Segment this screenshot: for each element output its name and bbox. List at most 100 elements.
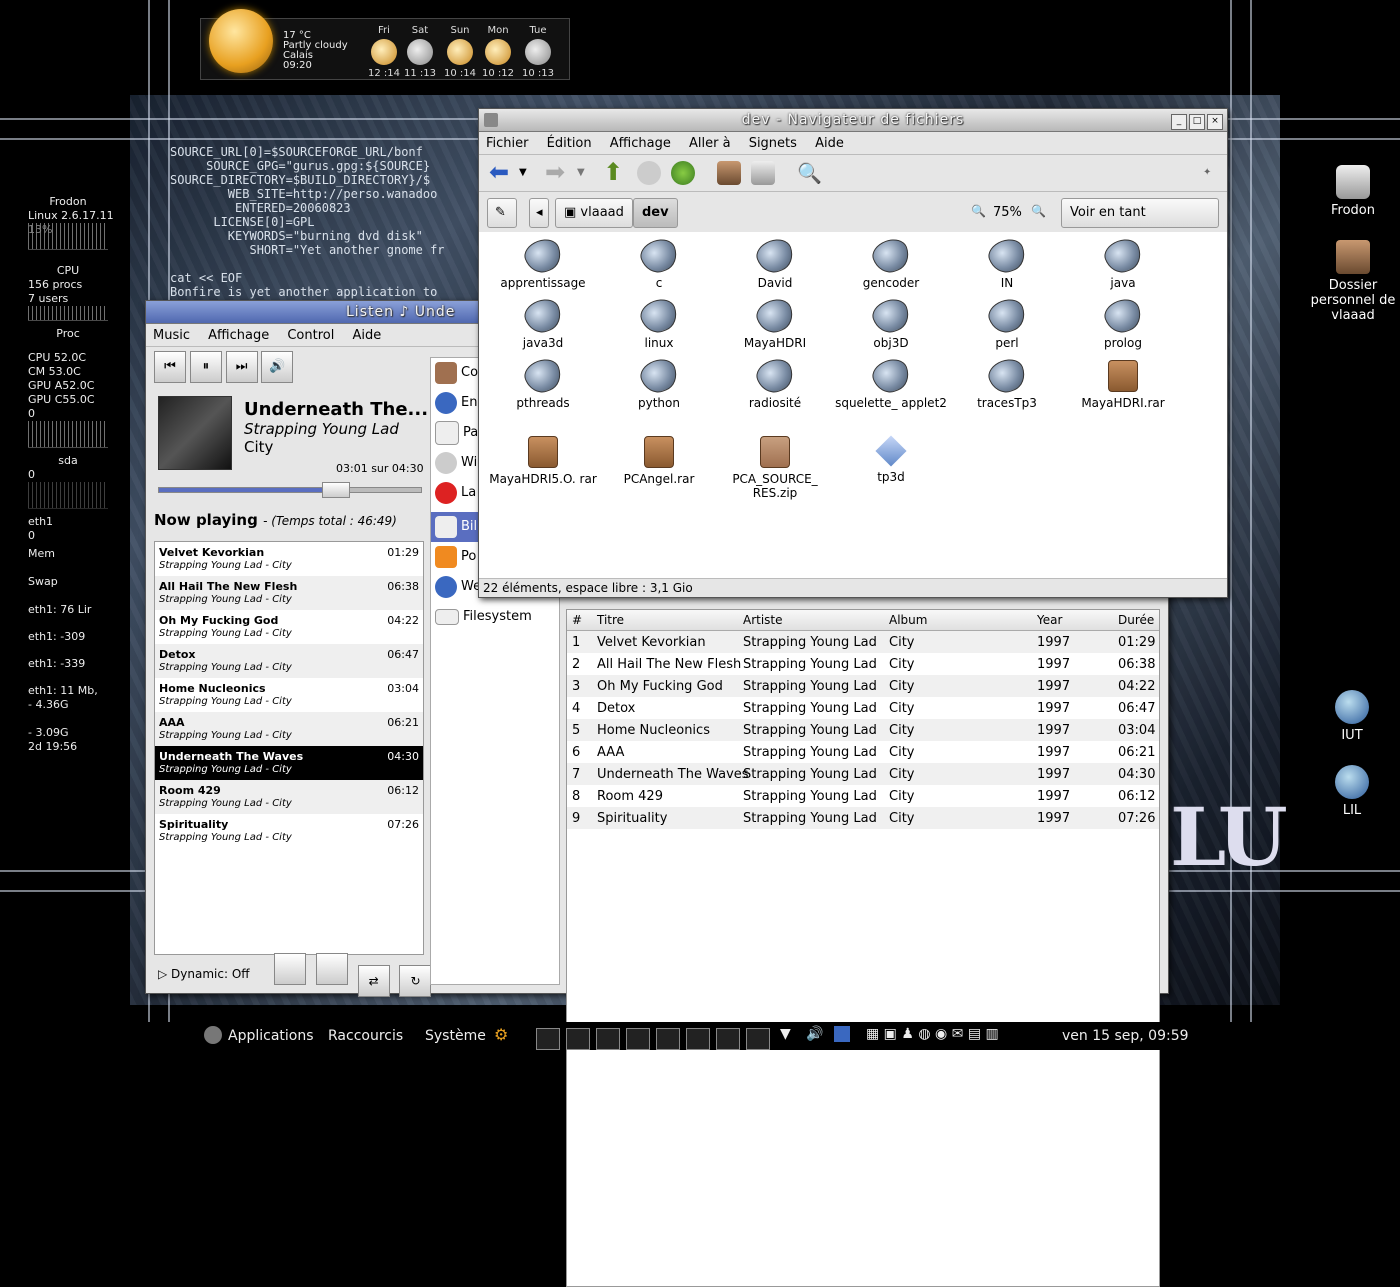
table-row[interactable]: 5 Home Nucleonics Strapping Young Lad City 1… bbox=[567, 719, 1159, 741]
file-item[interactable]: python bbox=[601, 354, 717, 410]
file-item[interactable]: PCAngel.rar bbox=[601, 436, 717, 486]
taskbar-button[interactable] bbox=[626, 1028, 650, 1050]
taskbar-button[interactable] bbox=[686, 1028, 710, 1050]
taskbar-button[interactable] bbox=[566, 1028, 590, 1050]
applications-menu[interactable]: Applications bbox=[228, 1028, 314, 1044]
shuffle-icon[interactable]: ⇄ bbox=[357, 965, 390, 997]
seek-handle[interactable] bbox=[321, 482, 350, 498]
file-item[interactable]: obj3D bbox=[833, 294, 949, 350]
table-row[interactable]: 7 Underneath The Waves Strapping Young Lad… bbox=[567, 763, 1159, 785]
menu-fichier[interactable]: Fichier bbox=[479, 132, 536, 155]
file-manager-window[interactable]: dev - Navigateur de fichiers _ □ × Fichier… bbox=[478, 108, 1228, 598]
column-header[interactable]: # bbox=[572, 613, 582, 627]
stop-icon[interactable] bbox=[637, 161, 661, 185]
file-item[interactable]: radiosité bbox=[717, 354, 833, 410]
column-header[interactable]: Durée bbox=[1118, 613, 1154, 627]
menu-music[interactable]: Music bbox=[146, 324, 197, 347]
file-item[interactable]: MayaHDRI.rar bbox=[1065, 360, 1181, 410]
menu-affichage[interactable]: Affichage bbox=[201, 324, 276, 347]
chevron-down-icon[interactable]: ▼ bbox=[577, 161, 589, 185]
file-item[interactable]: tp3d bbox=[833, 435, 949, 484]
playlist-item[interactable]: Oh My Fucking God Strapping Young Lad - … bbox=[155, 610, 423, 644]
raccourcis-menu[interactable]: Raccourcis bbox=[328, 1028, 403, 1044]
systeme-menu[interactable]: Système bbox=[425, 1028, 486, 1044]
source-item[interactable]: Filesystem bbox=[431, 602, 559, 632]
pause-button[interactable]: ⏸ bbox=[189, 351, 222, 383]
table-row[interactable]: 9 Spirituality Strapping Young Lad City 1997… bbox=[567, 807, 1159, 829]
computer-icon[interactable] bbox=[751, 161, 775, 185]
column-header[interactable]: Album bbox=[889, 613, 927, 627]
desktop-icon-home[interactable]: Dossier personnel de vlaaad bbox=[1305, 240, 1400, 323]
playlist-item[interactable]: Detox Strapping Young Lad - City 06:47 bbox=[155, 644, 423, 678]
file-icon-view[interactable]: apprentissage c David gencoder IN java java3d l… bbox=[479, 232, 1227, 579]
file-item[interactable]: java3d bbox=[485, 294, 601, 350]
menu-affichage[interactable]: Affichage bbox=[603, 132, 678, 155]
weather-widget[interactable]: 17 °C Partly cloudy Calais 09:20 Fri 12 :… bbox=[200, 9, 570, 80]
menu-edition[interactable]: Édition bbox=[540, 132, 599, 155]
column-header[interactable]: Titre bbox=[597, 613, 624, 627]
file-item[interactable]: pthreads bbox=[485, 354, 601, 410]
playlist-item[interactable]: Room 429 Strapping Young Lad - City 06:1… bbox=[155, 780, 423, 814]
table-row[interactable]: 6 AAA Strapping Young Lad City 1997 06:21 bbox=[567, 741, 1159, 763]
previous-button[interactable]: ⏮ bbox=[154, 351, 186, 383]
file-manager-titlebar[interactable]: dev - Navigateur de fichiers _ □ × bbox=[479, 109, 1227, 132]
save-playlist-icon[interactable] bbox=[274, 953, 306, 985]
column-header[interactable]: Artiste bbox=[743, 613, 783, 627]
home-icon[interactable] bbox=[717, 161, 741, 185]
location-toggle-icon[interactable]: ✎ bbox=[487, 198, 517, 228]
menu-aller[interactable]: Aller à bbox=[682, 132, 738, 155]
playlist-item[interactable]: Home Nucleonics Strapping Young Lad - Ci… bbox=[155, 678, 423, 712]
track-table[interactable]: # Titre Artiste Album Year Durée 1 Velvet… bbox=[566, 609, 1160, 1287]
file-item[interactable]: prolog bbox=[1065, 294, 1181, 350]
file-item[interactable]: IN bbox=[949, 234, 1065, 290]
table-row[interactable]: 4 Detox Strapping Young Lad City 1997 06:47 bbox=[567, 697, 1159, 719]
path-back-button[interactable]: ◂ bbox=[529, 198, 549, 228]
playlist-item[interactable]: All Hail The New Flesh Strapping Young L… bbox=[155, 576, 423, 610]
volume-icon[interactable]: 🔊 bbox=[806, 1026, 823, 1042]
taskbar-button[interactable] bbox=[746, 1028, 770, 1050]
zoom-in-icon[interactable]: 🔍 bbox=[1031, 204, 1046, 218]
playlist-item[interactable]: AAA Strapping Young Lad - City 06:21 bbox=[155, 712, 423, 746]
taskbar-button[interactable] bbox=[716, 1028, 740, 1050]
repeat-icon[interactable]: ↻ bbox=[399, 965, 432, 997]
up-arrow-icon[interactable]: ⬆ bbox=[603, 160, 627, 185]
desktop-icon-lil[interactable]: LIL bbox=[1320, 765, 1384, 818]
table-row[interactable]: 1 Velvet Kevorkian Strapping Young Lad City… bbox=[567, 631, 1159, 653]
maximize-button[interactable]: □ bbox=[1189, 114, 1205, 130]
file-item[interactable]: java bbox=[1065, 234, 1181, 290]
clock[interactable]: ven 15 sep, 09:59 bbox=[1062, 1028, 1189, 1044]
table-row[interactable]: 8 Room 429 Strapping Young Lad City 1997 06:1… bbox=[567, 785, 1159, 807]
shield-icon[interactable]: ▼ bbox=[780, 1026, 791, 1042]
menu-signets[interactable]: Signets bbox=[742, 132, 804, 155]
file-item[interactable]: gencoder bbox=[833, 234, 949, 290]
menu-control[interactable]: Control bbox=[280, 324, 341, 347]
next-button[interactable]: ⏭ bbox=[225, 351, 258, 383]
column-header[interactable]: Year bbox=[1037, 613, 1062, 627]
zoom-out-icon[interactable]: 🔍 bbox=[971, 204, 986, 218]
tray-icons[interactable]: ▦ ▣ ♟ ◍ ◉ ✉ ▤ ▥ bbox=[866, 1026, 999, 1042]
playlist-item[interactable]: Underneath The Waves Strapping Young Lad… bbox=[155, 746, 423, 780]
back-arrow-icon[interactable]: ⬅ bbox=[489, 160, 513, 185]
file-item[interactable]: MayaHDRI bbox=[717, 294, 833, 350]
table-row[interactable]: 2 All Hail The New Flesh Strapping Young L… bbox=[567, 653, 1159, 675]
file-item[interactable]: perl bbox=[949, 294, 1065, 350]
dynamic-toggle[interactable]: ▷ Dynamic: Off bbox=[158, 967, 250, 981]
folder-icon[interactable] bbox=[834, 1026, 850, 1042]
taskbar-button[interactable] bbox=[656, 1028, 680, 1050]
table-row[interactable]: 3 Oh My Fucking God Strapping Young Lad Cit… bbox=[567, 675, 1159, 697]
playlist[interactable]: Velvet Kevorkian Strapping Young Lad - C… bbox=[154, 541, 424, 955]
playlist-item[interactable]: Velvet Kevorkian Strapping Young Lad - C… bbox=[155, 542, 423, 576]
seek-bar[interactable] bbox=[158, 482, 422, 498]
reload-icon[interactable] bbox=[671, 161, 695, 185]
view-mode-select[interactable]: Voir en tant qu'icônes⇕ bbox=[1061, 198, 1219, 248]
file-item[interactable]: MayaHDRI5.O. rar bbox=[485, 436, 601, 486]
file-item[interactable]: David bbox=[717, 234, 833, 290]
panel-launcher-icon[interactable]: ⚙ bbox=[494, 1025, 508, 1044]
file-item[interactable]: linux bbox=[601, 294, 717, 350]
desktop-icon-computer[interactable]: Frodon bbox=[1308, 165, 1398, 218]
file-item[interactable]: apprentissage bbox=[485, 234, 601, 290]
playlist-item[interactable]: Spirituality Strapping Young Lad - City … bbox=[155, 814, 423, 848]
file-item[interactable]: tracesTp3 bbox=[949, 354, 1065, 410]
path-button-current[interactable]: dev bbox=[633, 198, 678, 228]
show-desktop-icon[interactable] bbox=[536, 1028, 560, 1050]
